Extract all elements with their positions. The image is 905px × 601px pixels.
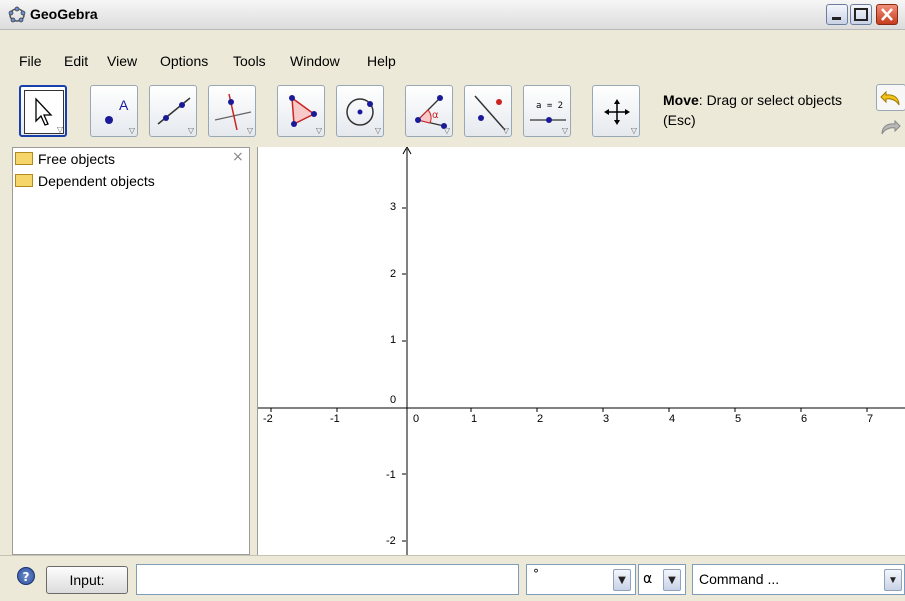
title-bar: GeoGebra [0, 0, 905, 30]
maximize-icon [854, 8, 868, 21]
degree-value: ° [533, 567, 539, 581]
close-icon [881, 8, 893, 21]
tool-slider-button[interactable]: a = 2 ▽ [523, 85, 571, 137]
minimize-button[interactable] [826, 4, 848, 25]
tool-menu-arrow-icon: ▽ [374, 126, 381, 135]
algebra-close-button[interactable]: × [232, 149, 244, 165]
menu-edit[interactable]: Edit [64, 53, 88, 69]
folder-icon [15, 174, 33, 187]
tool-menu-arrow-icon: ▽ [56, 125, 63, 134]
angle-alpha-label: α [432, 110, 439, 121]
undo-button[interactable] [876, 84, 905, 111]
folder-icon [15, 152, 33, 165]
axis-tick-marks [270, 207, 868, 542]
tool-perpendicular-button[interactable]: ▽ [208, 85, 256, 137]
folder-dependent-objects[interactable]: Dependent objects [15, 173, 155, 189]
tool-move-button[interactable]: ▽ [19, 85, 67, 137]
folder-label: Free objects [38, 151, 116, 167]
degree-symbol-select[interactable]: ° ▼ [526, 564, 636, 595]
tool-menu-arrow-icon: ▽ [502, 126, 509, 135]
tool-point-button[interactable]: A ▽ [90, 85, 138, 137]
tool-circle-button[interactable]: ▽ [336, 85, 384, 137]
algebra-view: Free objects Dependent objects [12, 147, 250, 555]
tool-reflect-button[interactable]: ▽ [464, 85, 512, 137]
menu-view[interactable]: View [107, 53, 137, 69]
slider-label: a = 2 [536, 101, 563, 111]
tool-menu-arrow-icon: ▽ [561, 126, 568, 135]
chevron-down-icon[interactable]: ▼ [663, 569, 681, 591]
command-placeholder: Command ... [699, 571, 780, 587]
input-label-button[interactable]: Input: [46, 566, 128, 594]
tool-menu-arrow-icon: ▽ [443, 126, 450, 135]
menu-file[interactable]: File [19, 53, 42, 69]
undo-icon [880, 90, 900, 106]
folder-free-objects[interactable]: Free objects [15, 151, 115, 167]
tool-polygon-button[interactable]: ▽ [277, 85, 325, 137]
command-select[interactable]: Command ... ▼ [692, 564, 905, 595]
folder-label: Dependent objects [38, 173, 155, 189]
menu-tools[interactable]: Tools [233, 53, 266, 69]
alpha-value: α [643, 571, 653, 587]
minimize-icon [832, 17, 841, 20]
tool-line-button[interactable]: ▽ [149, 85, 197, 137]
tool-menu-arrow-icon: ▽ [630, 126, 637, 135]
tool-help-text: Move: Drag or select objects (Esc) [663, 90, 863, 130]
chevron-down-icon[interactable]: ▼ [884, 569, 902, 591]
input-field[interactable] [136, 564, 519, 595]
window-title: GeoGebra [30, 6, 98, 22]
tool-menu-arrow-icon: ▽ [187, 126, 194, 135]
chevron-down-icon[interactable]: ▼ [613, 569, 631, 591]
input-help-button[interactable]: ? [17, 567, 35, 585]
maximize-button[interactable] [850, 4, 872, 25]
close-window-button[interactable] [876, 4, 898, 25]
tool-menu-arrow-icon: ▽ [315, 126, 322, 135]
redo-button[interactable] [876, 114, 905, 141]
tool-move-view-button[interactable]: ▽ [592, 85, 640, 137]
svg-text:A: A [119, 97, 129, 113]
redo-icon [881, 119, 901, 135]
menu-help[interactable]: Help [367, 53, 396, 69]
greek-letter-select[interactable]: α ▼ [638, 564, 686, 595]
menu-window[interactable]: Window [290, 53, 340, 69]
tool-help-name: Move [663, 92, 699, 108]
tool-menu-arrow-icon: ▽ [246, 126, 253, 135]
geogebra-logo-icon [8, 6, 26, 23]
menu-options[interactable]: Options [160, 53, 208, 69]
tool-menu-arrow-icon: ▽ [128, 126, 135, 135]
tool-angle-button[interactable]: α ▽ [405, 85, 453, 137]
